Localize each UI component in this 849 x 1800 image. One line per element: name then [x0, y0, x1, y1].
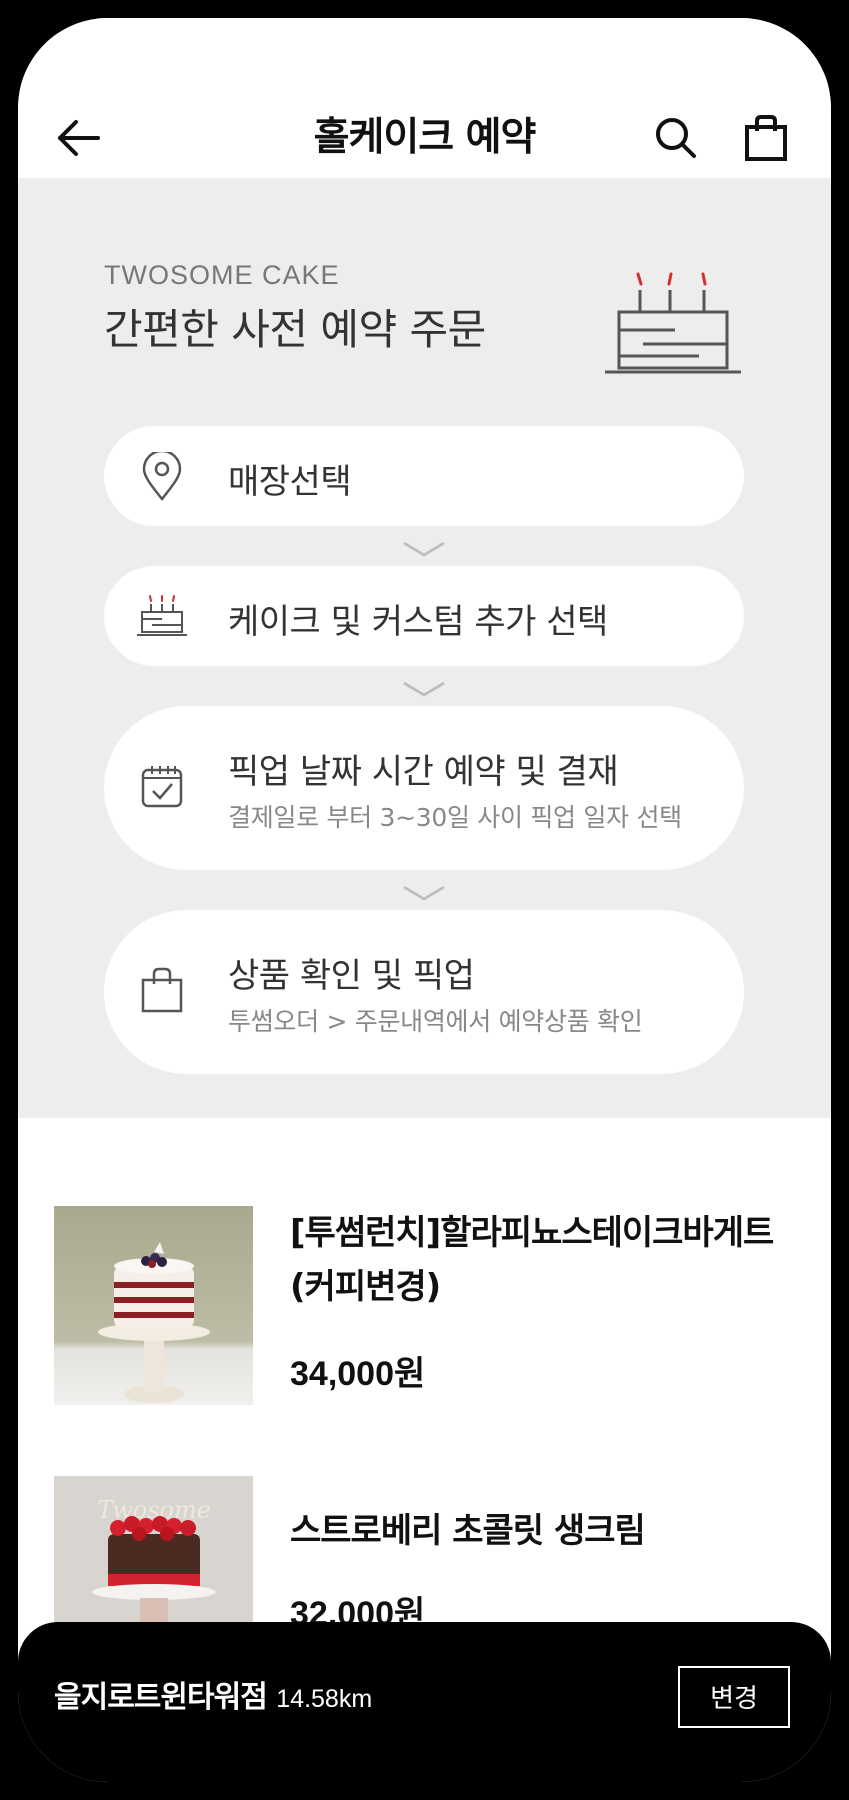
step-label: 케이크 및 커스텀 추가 선택: [228, 602, 608, 642]
brand-label: TWOSOME CAKE: [104, 260, 340, 290]
location-pin-icon: [142, 452, 182, 502]
guide-headline: 간편한 사전 예약 주문: [104, 305, 486, 354]
product-item[interactable]: [투썸런치]할라피뇨스테이크바게트(커피변경) 34,000원: [54, 1206, 814, 1406]
phone-screen: 홀케이크 예약 TWOSOME CAKE 간편한 사전 예약 주문 매장선택 케…: [18, 18, 831, 1782]
search-icon: [656, 118, 696, 158]
store-name: 을지로트윈타워점: [54, 1680, 268, 1715]
shopping-bag-icon: [745, 115, 787, 161]
page-title: 홀케이크 예약: [313, 115, 537, 160]
app-header: 홀케이크 예약: [18, 18, 831, 178]
store-bar: 을지로트윈타워점 14.58km 변경: [18, 1622, 831, 1782]
step-store-select[interactable]: 매장선택: [104, 426, 744, 526]
step-label: 상품 확인 및 픽업: [228, 956, 475, 996]
step-label: 매장선택: [228, 462, 352, 502]
store-distance: 14.58km: [276, 1685, 373, 1713]
product-name: 스트로베리 초콜릿 생크림: [290, 1511, 646, 1551]
step-label: 픽업 날짜 시간 예약 및 결재: [228, 752, 619, 792]
calendar-check-icon: [141, 766, 183, 808]
shopping-bag-icon: [141, 967, 183, 1013]
step-pickup-payment[interactable]: 픽업 날짜 시간 예약 및 결재 결제일로 부터 3~30일 사이 픽업 일자 …: [104, 706, 744, 870]
chevron-down-icon: [403, 541, 445, 557]
product-price: 34,000원: [290, 1355, 426, 1393]
store-info: 을지로트윈타워점 14.58km: [54, 1672, 372, 1716]
product-image: [54, 1206, 253, 1405]
step-cake-custom[interactable]: 케이크 및 커스텀 추가 선택: [104, 566, 744, 666]
reservation-guide: TWOSOME CAKE 간편한 사전 예약 주문 매장선택 케이크 및 커스텀…: [18, 178, 831, 1118]
search-button[interactable]: [654, 116, 698, 160]
product-name: [투썸런치]할라피뇨스테이크바게트(커피변경): [290, 1213, 774, 1307]
chevron-down-icon: [403, 681, 445, 697]
step-confirm-pickup[interactable]: 상품 확인 및 픽업 투썸오더 > 주문내역에서 예약상품 확인: [104, 910, 744, 1074]
step-description: 투썸오더 > 주문내역에서 예약상품 확인: [228, 1007, 643, 1036]
change-store-button[interactable]: 변경: [678, 1666, 790, 1728]
chevron-down-icon: [403, 885, 445, 901]
birthday-cake-icon: [605, 272, 741, 374]
step-description: 결제일로 부터 3~30일 사이 픽업 일자 선택: [228, 803, 682, 832]
cart-button[interactable]: [744, 114, 788, 162]
cake-icon: [137, 595, 187, 636]
